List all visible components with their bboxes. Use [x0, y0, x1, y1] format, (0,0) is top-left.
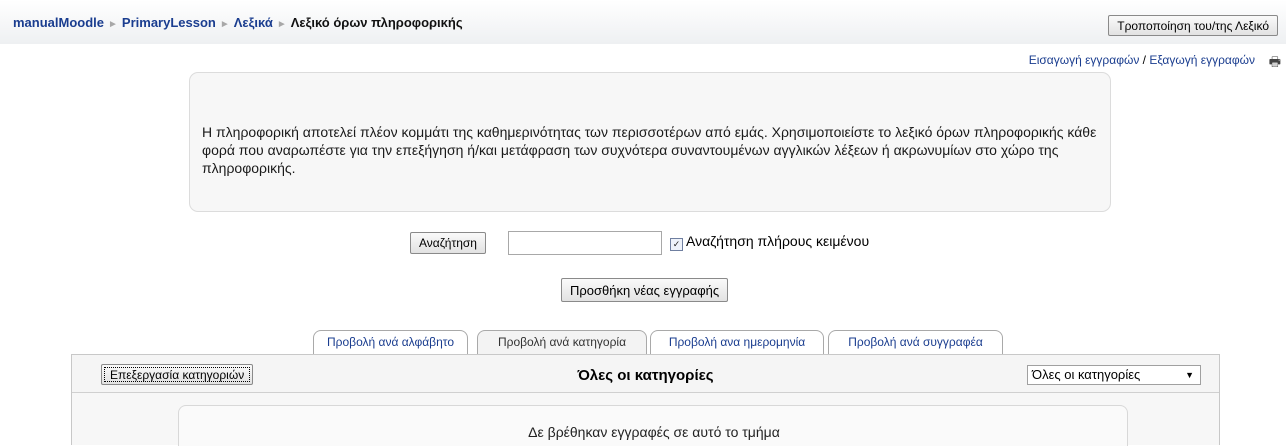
tab-view-alphabet[interactable]: Προβολή ανά αλφάβητο — [313, 330, 468, 354]
glossary-intro-text: Η πληροφορική αποτελεί πλέον κομμάτι της… — [202, 124, 1097, 176]
category-select[interactable]: Όλες οι κατηγορίες ▼ — [1027, 365, 1201, 385]
empty-entries-message: Δε βρέθηκαν εγγραφές σε αυτό το τμήμα — [528, 424, 780, 440]
breadcrumb-link-glossaries[interactable]: Λεξικά — [234, 15, 273, 30]
printer-icon[interactable]: 🖶 — [1269, 53, 1281, 75]
search-button[interactable]: Αναζήτηση — [410, 232, 486, 254]
fulltext-search-label: Αναζήτηση πλήρους κειμένου — [686, 233, 870, 249]
add-new-entry-button[interactable]: Προσθήκη νέας εγγραφής — [561, 278, 729, 302]
tab-view-category[interactable]: Προβολή ανά κατηγορία — [477, 330, 647, 354]
tab-view-date[interactable]: Προβολή ανα ημερομηνία — [650, 330, 824, 354]
import-entries-link[interactable]: Εισαγωγή εγγραφών — [1029, 53, 1140, 67]
breadcrumb-link-course[interactable]: PrimaryLesson — [122, 15, 216, 30]
tab-view-author[interactable]: Προβολή ανά συγγραφέα — [828, 330, 1003, 354]
empty-entries-box: Δε βρέθηκαν εγγραφές σε αυτό το τμήμα — [178, 405, 1128, 446]
fulltext-search-option[interactable]: ✓ Αναζήτηση πλήρους κειμένου — [670, 233, 869, 251]
breadcrumb-link-site[interactable]: manualMoodle — [13, 15, 104, 30]
import-export-separator: / — [1139, 53, 1150, 67]
category-select-value: Όλες οι κατηγορίες — [1032, 367, 1141, 382]
fulltext-checkbox[interactable]: ✓ — [670, 238, 683, 251]
category-header: Επεξεργασία κατηγοριών Όλες οι κατηγορίε… — [72, 355, 1219, 393]
navbar: manualMoodle ► PrimaryLesson ► Λεξικά ► Λεξικό… — [0, 0, 1286, 44]
search-input[interactable] — [508, 231, 662, 255]
breadcrumb-separator-icon: ► — [219, 19, 230, 30]
import-export-links: Εισαγωγή εγγραφών / Εξαγωγή εγγραφών — [1029, 53, 1255, 67]
category-panel: Επεξεργασία κατηγοριών Όλες οι κατηγορίε… — [71, 354, 1220, 446]
breadcrumb-separator-icon: ► — [108, 19, 118, 30]
export-entries-link[interactable]: Εξαγωγή εγγραφών — [1149, 53, 1255, 67]
edit-glossary-button[interactable]: Τροποποίηση του/της Λεξικό — [1108, 15, 1278, 36]
breadcrumb: manualMoodle ► PrimaryLesson ► Λεξικά ► Λεξικό… — [13, 15, 463, 30]
chevron-down-icon: ▼ — [1185, 370, 1194, 380]
glossary-intro-box: Η πληροφορική αποτελεί πλέον κομμάτι της… — [189, 72, 1111, 212]
breadcrumb-separator-icon: ► — [276, 19, 287, 30]
breadcrumb-current: Λεξικό όρων πληροφορικής — [290, 15, 463, 30]
